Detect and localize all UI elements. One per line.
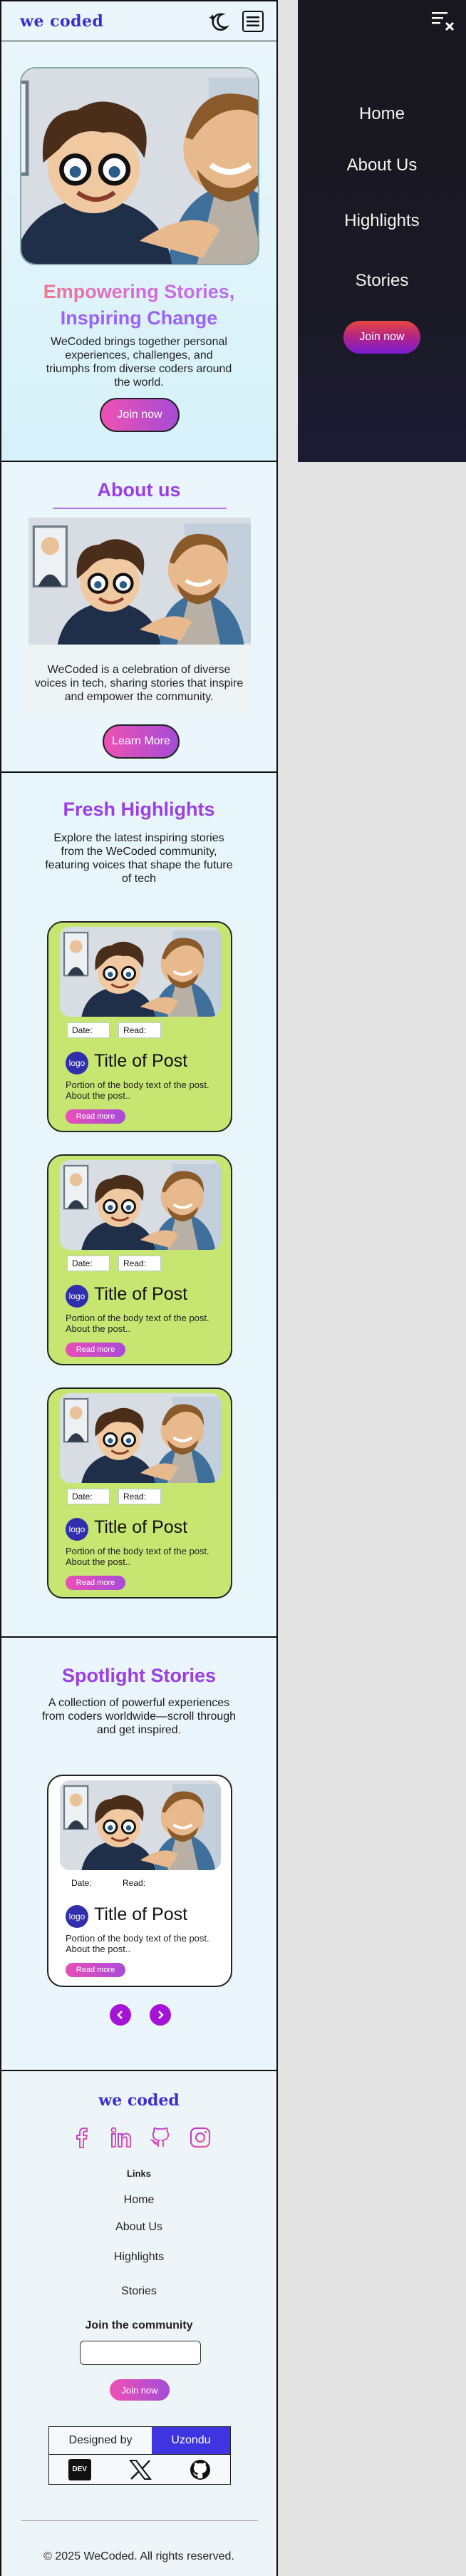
post-card[interactable]: Date: Read: logo Title of Post Portion o… [47,1154,232,1365]
linkedin-icon[interactable] [109,2125,133,2150]
instagram-icon[interactable] [188,2125,212,2150]
footer-links-heading: Links [127,2168,151,2179]
post-title[interactable]: Title of Post [94,1284,187,1305]
post-excerpt: Portion of the body text of the post. Ab… [66,1933,209,1954]
moon-icon[interactable] [208,11,231,31]
menu-item-stories[interactable]: Stories [298,271,466,291]
post-image [60,927,221,1017]
spotlight-subtitle: A collection of powerful experiences fro… [41,1697,237,1736]
platform-links: DEV [48,2455,231,2485]
mobile-menu: Home About Us Highlights Stories Join no… [298,0,466,462]
copyright-text: © 2025 WeCoded. All rights reserved. [43,2550,234,2562]
dev-icon[interactable]: DEV [68,2458,91,2480]
post-author-logo: logo [66,1518,88,1541]
join-community-heading: Join the community [85,2319,193,2331]
about-illustration [29,518,251,645]
menu-item-about[interactable]: About Us [298,155,466,175]
spotlight-card[interactable]: Date: Read: logo Title of Post Portion o… [47,1775,232,1987]
footer-link-highlights[interactable]: Highlights [1,2251,276,2264]
footer-link-home[interactable]: Home [1,2194,276,2207]
post-excerpt: Portion of the body text of the post. Ab… [66,1079,209,1101]
about-title: About us [97,479,181,501]
read-more-button[interactable]: Read more [66,1343,125,1357]
about-text: WeCoded is a celebration of diverse voic… [34,664,244,703]
highlights-section: Fresh Highlights Explore the latest insp… [0,773,278,1638]
read-more-button[interactable]: Read more [66,1963,125,1977]
hero-illustration [20,67,259,265]
hero-title-line1: Empowering Stories, [1,279,276,305]
designer-credit: Designed by Uzondu [48,2426,231,2455]
designer-name[interactable]: Uzondu [152,2427,230,2454]
hero-title-line2: Inspiring Change [60,307,218,329]
post-date: Date: [67,1022,110,1038]
menu-join-button[interactable]: Join now [343,321,420,354]
post-author-logo: logo [66,1285,88,1308]
highlights-subtitle: Explore the latest inspiring stories fro… [45,832,233,885]
page-column: we coded Empowering Stories, Inspiring C… [0,0,278,2576]
site-footer: we coded Links Home About Us Highlights … [0,2071,278,2576]
post-title[interactable]: Title of Post [94,1051,187,1072]
x-icon[interactable] [128,2459,152,2480]
github-icon[interactable] [149,2125,173,2150]
facebook-icon[interactable] [70,2125,94,2150]
read-more-button[interactable]: Read more [66,1109,125,1124]
spotlight-section: Spotlight Stories A collection of powerf… [0,1638,278,2071]
menu-item-highlights[interactable]: Highlights [298,211,466,231]
highlights-title: Fresh Highlights [63,799,215,820]
post-read-time: Read: [118,1489,161,1504]
post-author-logo: logo [66,1052,88,1074]
post-title[interactable]: Title of Post [94,1904,187,1925]
close-menu-icon[interactable] [432,10,456,36]
footer-link-about[interactable]: About Us [1,2221,276,2234]
footer-join-button[interactable]: Join now [110,2379,170,2401]
post-date: Date: [67,1256,110,1271]
hero-subtitle: WeCoded brings together personal experie… [46,336,232,389]
post-title[interactable]: Title of Post [94,1517,187,1538]
hero-section: Empowering Stories, Inspiring Change WeC… [0,41,278,462]
post-date: Date: [67,1489,110,1504]
hero-join-button[interactable]: Join now [100,398,180,432]
chevron-right-icon[interactable] [150,2004,171,2026]
footer-logo[interactable]: we coded [1,2091,276,2110]
header-actions [208,10,264,32]
menu-item-home[interactable]: Home [298,104,466,124]
post-image [60,1780,221,1870]
post-excerpt: Portion of the body text of the post. Ab… [66,1546,209,1567]
join-email-input[interactable] [80,2341,201,2365]
menu-icon[interactable] [242,10,264,32]
post-read-time: Read: [118,1256,161,1271]
post-card[interactable]: Date: Read: logo Title of Post Portion o… [47,921,232,1132]
site-header: we coded [0,0,278,41]
post-read-time: Read: [118,1022,161,1038]
post-card[interactable]: Date: Read: logo Title of Post Portion o… [47,1387,232,1599]
post-image [60,1393,221,1483]
about-divider [53,508,227,509]
chevron-left-icon[interactable] [110,2004,131,2026]
post-read-time: Read: [118,1876,161,1892]
github-icon[interactable] [190,2459,211,2480]
site-logo[interactable]: we coded [20,12,103,31]
learn-more-button[interactable]: Learn More [103,724,180,759]
post-image [60,1160,221,1250]
footer-link-stories[interactable]: Stories [1,2285,276,2298]
read-more-button[interactable]: Read more [66,1576,125,1590]
spotlight-title: Spotlight Stories [62,1665,216,1686]
post-date: Date: [67,1876,110,1892]
post-author-logo: logo [66,1905,88,1928]
designed-by-label: Designed by [49,2427,152,2454]
footer-divider [21,2520,258,2521]
about-section: About us WeCoded is a celebration of div… [0,462,278,773]
social-links [70,2125,212,2150]
post-excerpt: Portion of the body text of the post. Ab… [66,1313,209,1334]
hero-title: Empowering Stories, Inspiring Change [1,279,276,332]
